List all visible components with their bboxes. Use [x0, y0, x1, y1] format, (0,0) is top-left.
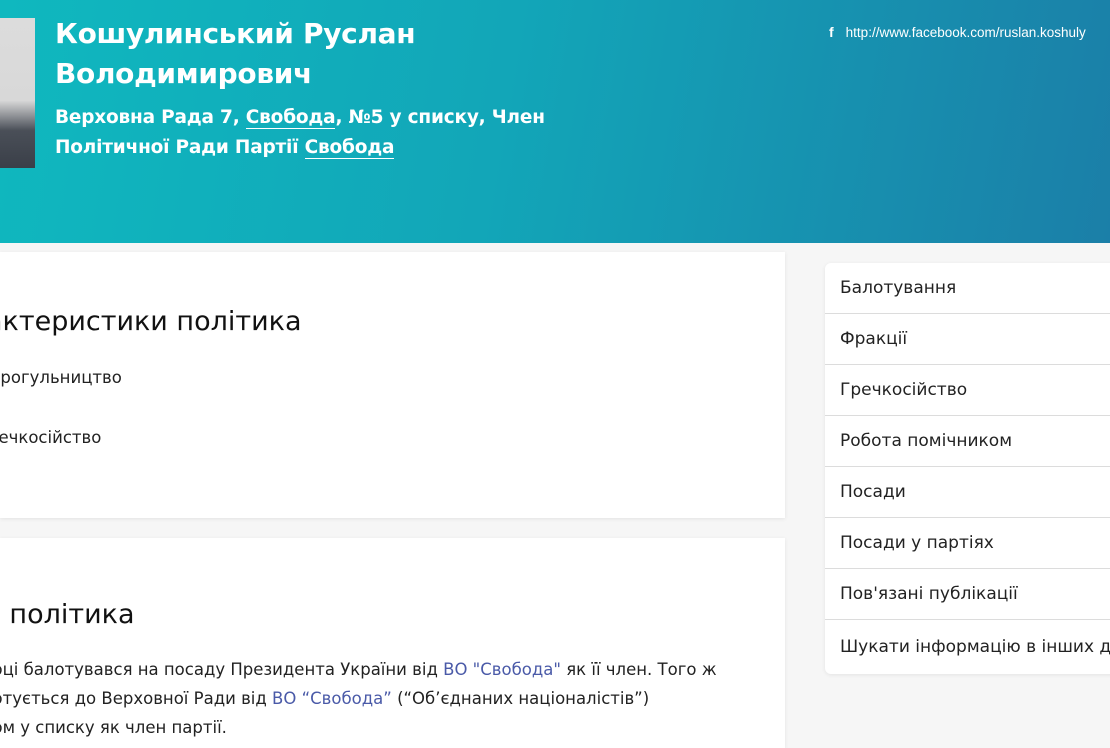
- facebook-url[interactable]: http://www.facebook.com/ruslan.koshuly: [846, 25, 1086, 40]
- bio-line-2: лотується до Верховної Ради від ВО “Своб…: [0, 684, 742, 713]
- nav-item-buckwheat[interactable]: Гречкосійство: [825, 365, 1110, 416]
- party-link[interactable]: ВО “Свобода”: [272, 689, 392, 708]
- nav-item-elections[interactable]: Балотування: [825, 263, 1110, 314]
- facebook-link[interactable]: f http://www.facebook.com/ruslan.koshuly: [829, 24, 1086, 40]
- nav-item-factions[interactable]: Фракції: [825, 314, 1110, 365]
- party-link-2[interactable]: Свобода: [304, 137, 394, 159]
- trait-item[interactable]: Прогульництво: [0, 368, 122, 387]
- desc-text-1: Верховна Рада 7,: [55, 107, 246, 128]
- traits-title: актеристики політика: [0, 306, 302, 337]
- party-link-1[interactable]: Свобода: [245, 107, 336, 129]
- bio-text-segment: (“Об’єднаних націоналістів”): [391, 689, 650, 708]
- nav-item-related-publications[interactable]: Пов'язані публікації: [825, 569, 1110, 620]
- politician-name: Кошулинський Руслан Володимирович: [55, 14, 575, 94]
- trait-item[interactable]: речкосійство: [0, 428, 101, 447]
- facebook-icon: f: [829, 24, 834, 40]
- name-line-2: Володимирович: [55, 57, 313, 90]
- party-link[interactable]: ВО "Свобода": [443, 660, 561, 679]
- bio-text-segment: як її член. Того ж: [561, 660, 717, 679]
- nav-item-party-positions[interactable]: Посади у партіях: [825, 518, 1110, 569]
- politician-photo: [0, 18, 35, 168]
- bio-text-segment: лотується до Верховної Ради від: [0, 689, 273, 708]
- nav-item-search-other-sources[interactable]: Шукати інформацію в інших дж: [825, 620, 1110, 674]
- bio-line-1: році балотувався на посаду Президента Ук…: [0, 655, 742, 684]
- profile-header: Кошулинський Руслан Володимирович Верхов…: [0, 0, 1110, 243]
- bio-line-3: ром у списку як член партії.: [0, 718, 227, 737]
- bio-title: с політика: [0, 599, 135, 630]
- section-nav: Балотування Фракції Гречкосійство Робота…: [825, 263, 1110, 674]
- bio-text: році балотувався на посаду Президента Ук…: [0, 655, 742, 742]
- nav-item-positions[interactable]: Посади: [825, 467, 1110, 518]
- nav-item-assistant-work[interactable]: Робота помічником: [825, 416, 1110, 467]
- politician-description: Верховна Рада 7, Свобода, №5 у списку, Ч…: [55, 103, 555, 163]
- name-line-1: Кошулинський Руслан: [55, 17, 416, 50]
- bio-text-segment: році балотувався на посаду Президента Ук…: [0, 660, 444, 679]
